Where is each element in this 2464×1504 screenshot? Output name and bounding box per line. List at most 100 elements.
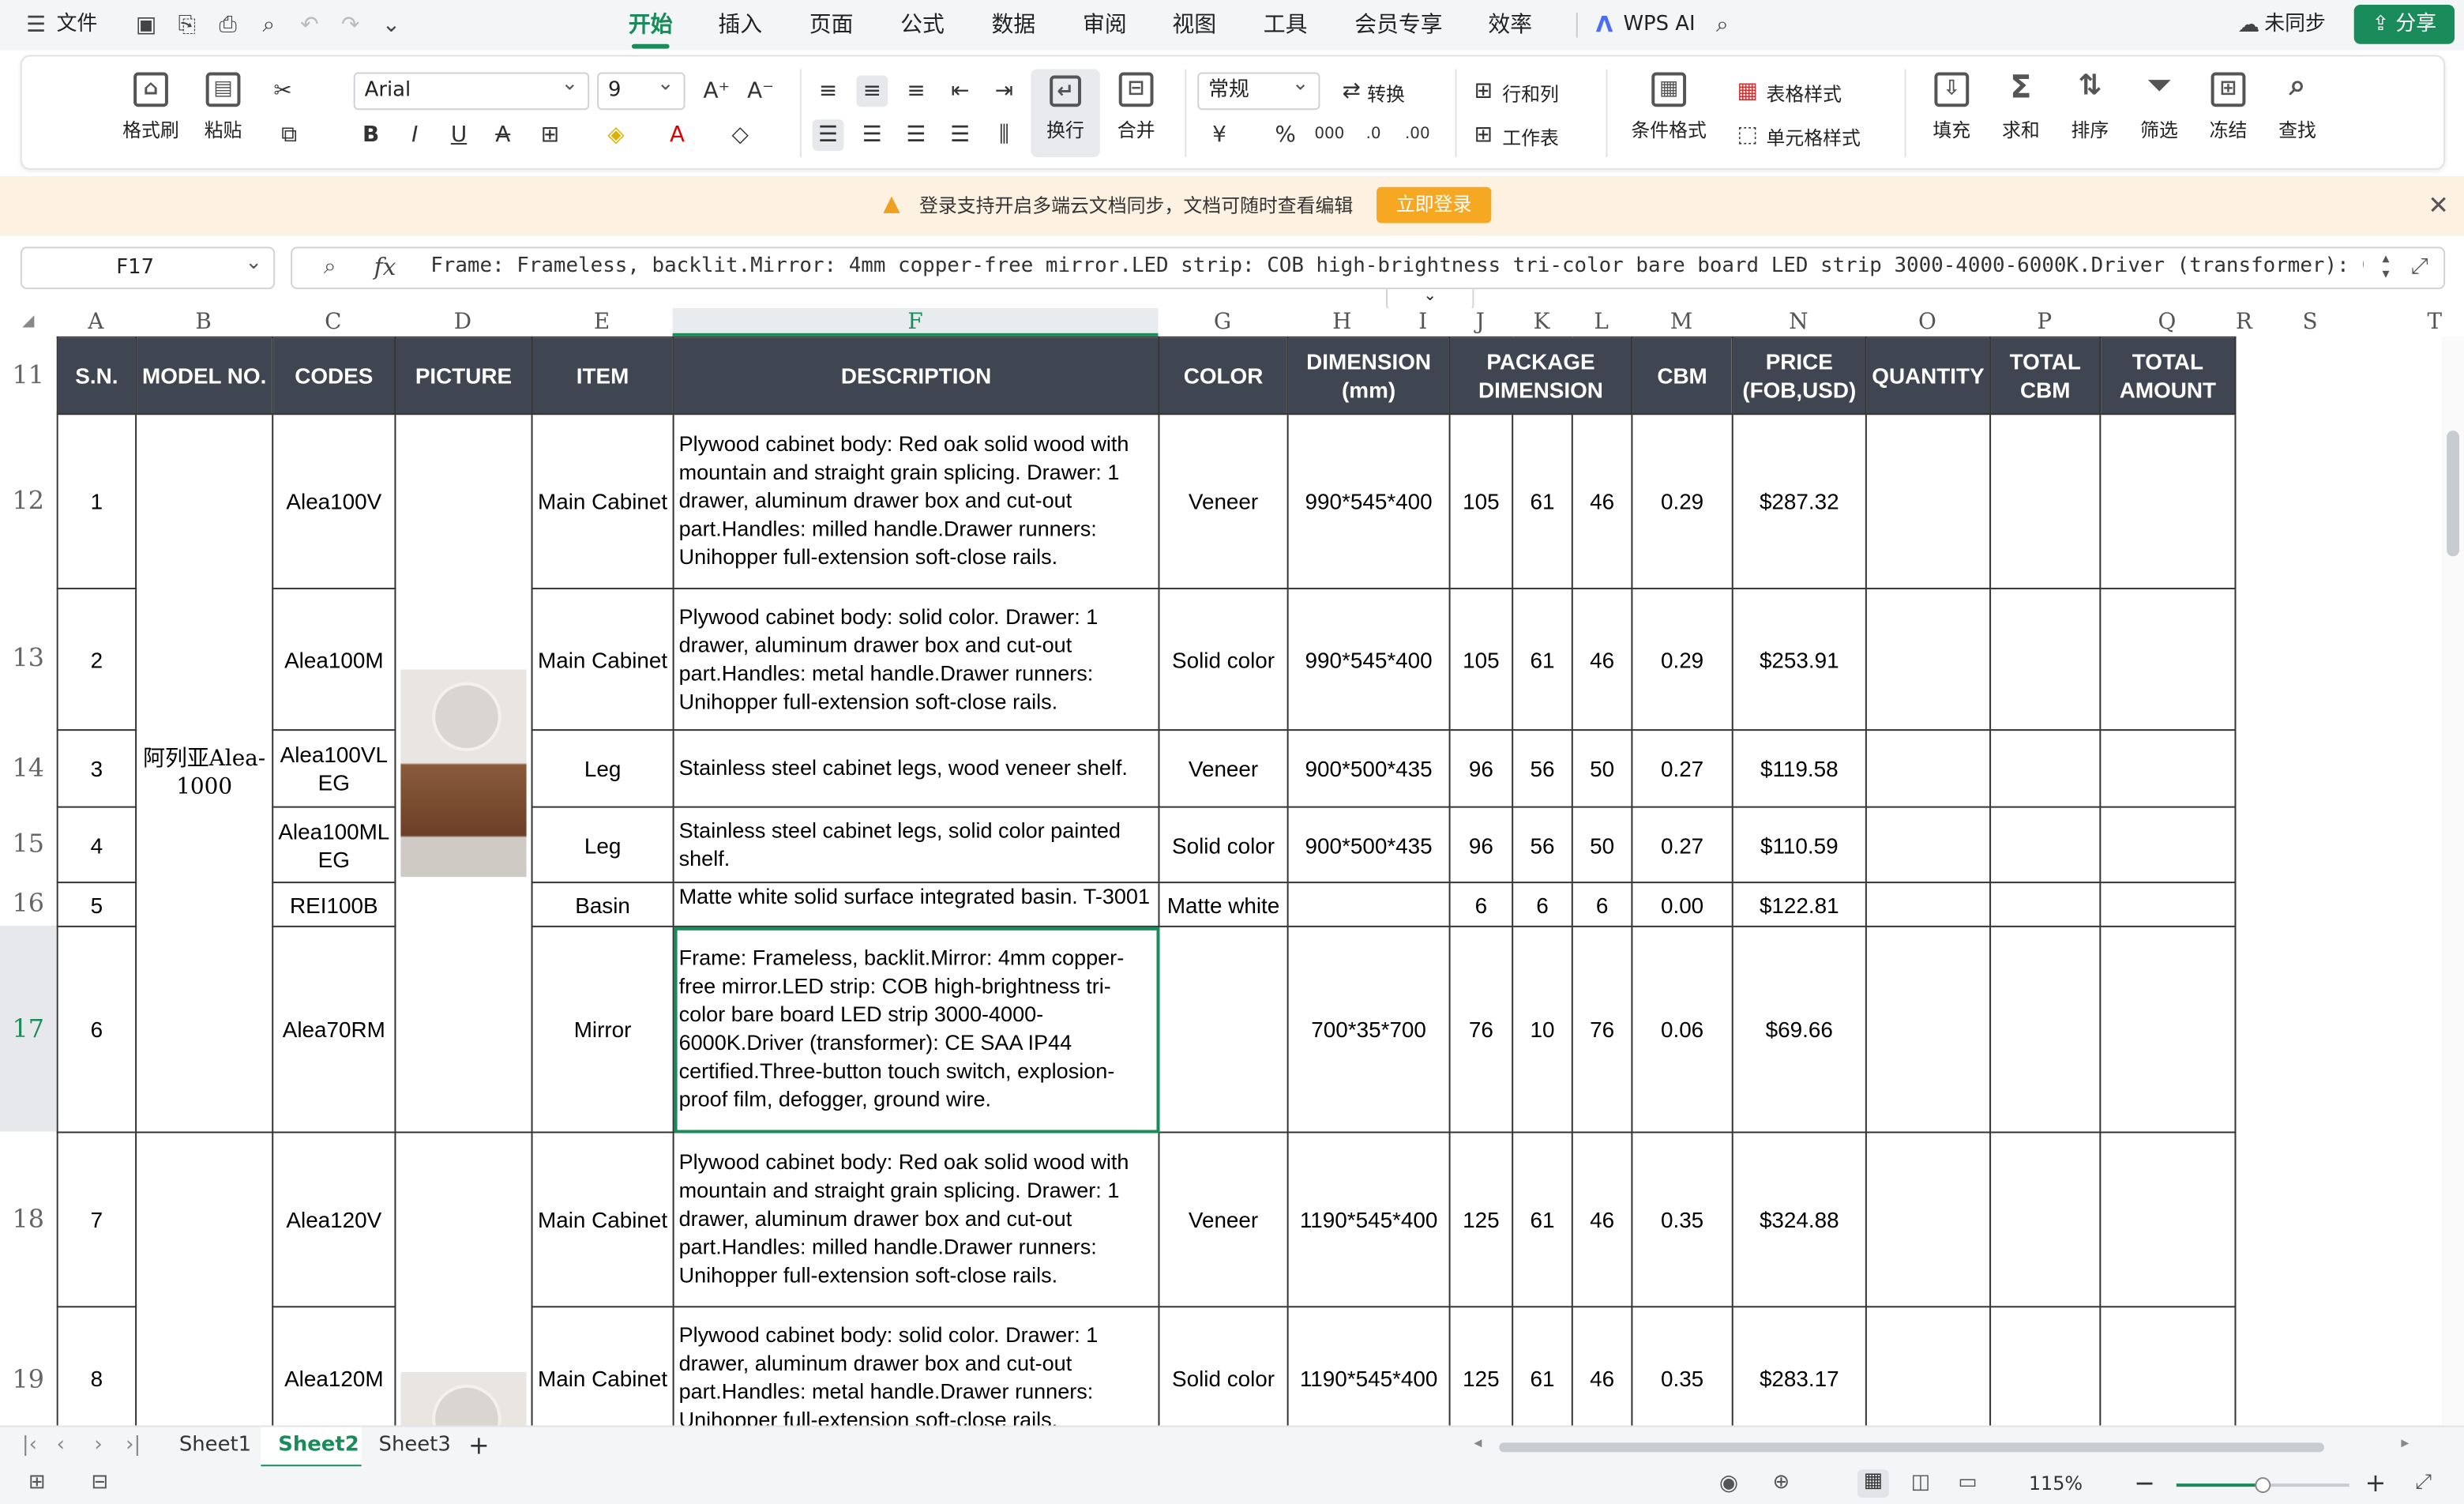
formula-bar[interactable]: ⌕ fx Frame: Frameless, backlit.Mirror: 4… [291, 246, 2446, 290]
cell-pkg-length[interactable]: 96 [1448, 729, 1514, 808]
zoom-in-icon[interactable]: + [2365, 1468, 2387, 1498]
format-painter-button[interactable]: ⌂ 格式刷 [119, 72, 182, 144]
table-style-label[interactable]: 表格样式 [1767, 80, 1842, 107]
align-left-icon[interactable]: ☰ [812, 119, 844, 151]
cell-description[interactable]: Plywood cabinet body: solid color. Drawe… [672, 1306, 1160, 1426]
redo-icon[interactable]: ↷ [336, 11, 365, 39]
col-header-p[interactable]: P [1989, 308, 2099, 337]
tab-review[interactable]: 审阅 [1083, 9, 1127, 41]
find-button[interactable]: ⌕ 查找 [2266, 72, 2329, 144]
tab-efficiency[interactable]: 效率 [1488, 9, 1532, 41]
cell-model-no[interactable] [135, 1131, 274, 1426]
filter-button[interactable]: ⏷ 筛选 [2128, 72, 2191, 144]
row-header-11[interactable]: 11 [0, 336, 57, 414]
cell-quantity[interactable] [1865, 925, 1992, 1134]
align-bottom-icon[interactable]: ≡ [900, 75, 932, 107]
header-model[interactable]: MODEL NO. [135, 336, 274, 415]
cell-pkg-width[interactable]: 61 [1512, 1306, 1573, 1426]
font-name-select[interactable]: Arial [353, 68, 590, 111]
cell-color[interactable]: Matte white [1158, 882, 1289, 927]
scroll-left-icon[interactable]: ◂ [1474, 1434, 1482, 1452]
tab-tools[interactable]: 工具 [1264, 9, 1308, 41]
align-center-icon[interactable]: ☰ [856, 119, 888, 151]
col-header-t[interactable]: T [2367, 308, 2443, 337]
indent-left-icon[interactable]: ⇤ [945, 75, 976, 107]
product-image[interactable] [400, 1371, 527, 1426]
cell-description[interactable]: Stainless steel cabinet legs, wood venee… [672, 729, 1160, 808]
print-preview-icon[interactable]: ⌕ [254, 11, 283, 39]
col-header-r[interactable]: R [2234, 308, 2253, 337]
currency-icon[interactable]: ¥ [1204, 119, 1235, 151]
col-header-l[interactable]: L [1572, 308, 1632, 337]
add-sheet-icon[interactable]: + [468, 1430, 490, 1460]
formula-scroll-icon[interactable]: ▴ ▾ [2383, 251, 2390, 283]
normal-view-icon[interactable]: ▦ [1857, 1469, 1889, 1498]
cell-pkg-height[interactable]: 46 [1571, 1306, 1633, 1426]
sheet-tab-2[interactable]: Sheet2 [278, 1433, 359, 1457]
col-header-e[interactable]: E [531, 308, 673, 337]
cell-pkg-width[interactable]: 56 [1512, 729, 1573, 808]
row-header-12[interactable]: 12 [0, 413, 57, 588]
cell-cbm[interactable]: 0.27 [1631, 729, 1733, 808]
cell-pkg-width[interactable]: 10 [1512, 925, 1573, 1134]
cell-code[interactable]: Alea120M [272, 1306, 396, 1426]
row-col-icon[interactable]: ⊞ [1467, 75, 1499, 107]
cell-total-cbm[interactable] [1989, 882, 2102, 927]
header-sn[interactable]: S.N. [56, 336, 137, 415]
cell-description[interactable]: Plywood cabinet body: Red oak solid wood… [672, 413, 1160, 590]
login-button[interactable]: 立即登录 [1377, 186, 1492, 224]
cell-total-cbm[interactable] [1989, 729, 2102, 808]
col-header-o[interactable]: O [1865, 308, 1989, 337]
cell-pkg-width[interactable]: 61 [1512, 588, 1573, 731]
save-icon[interactable]: ▣ [132, 11, 160, 39]
cell-quantity[interactable] [1865, 1131, 1992, 1308]
worksheet-icon[interactable]: ⊞ [1467, 119, 1499, 151]
worksheet-label[interactable]: 工作表 [1502, 124, 1559, 151]
header-total-amount[interactable]: TOTAL AMOUNT [2099, 336, 2237, 415]
cell-price[interactable]: $253.91 [1731, 588, 1867, 731]
col-header-g[interactable]: G [1158, 308, 1286, 337]
cell-quantity[interactable] [1865, 729, 1992, 808]
col-header-a[interactable]: A [57, 308, 135, 337]
italic-icon[interactable]: I [399, 119, 430, 151]
justify-icon[interactable]: ☰ [945, 119, 976, 151]
cell-color[interactable] [1158, 925, 1289, 1134]
cell-total-cbm[interactable] [1989, 806, 2102, 884]
cell-item[interactable]: Basin [531, 882, 674, 927]
cell-dimension[interactable]: 1190*545*400 [1286, 1306, 1451, 1426]
cell-sn[interactable]: 7 [56, 1131, 137, 1308]
row-header-17[interactable]: 17 [0, 925, 57, 1132]
cell-pkg-height[interactable]: 46 [1571, 1131, 1633, 1308]
col-header-k[interactable]: K [1512, 308, 1572, 337]
increase-font-icon[interactable]: A⁺ [701, 75, 732, 107]
cell-cbm[interactable]: 0.35 [1631, 1131, 1733, 1308]
fill-button[interactable]: ⇩ 填充 [1921, 72, 1984, 144]
row-header-18[interactable]: 18 [0, 1131, 57, 1307]
thousands-icon[interactable]: 000 [1313, 119, 1345, 151]
tab-home[interactable]: 开始 [629, 9, 673, 49]
cell-code[interactable]: Alea100VLEG [272, 729, 396, 808]
fullscreen-icon[interactable]: ⤢ [2415, 1471, 2432, 1495]
header-cbm[interactable]: CBM [1631, 336, 1733, 415]
file-menu[interactable]: 文件 [57, 9, 98, 41]
cell-price[interactable]: $119.58 [1731, 729, 1867, 808]
wps-ai-button[interactable]: WPS AI [1623, 9, 1695, 41]
cell-pkg-height[interactable]: 46 [1571, 413, 1633, 590]
row-header-16[interactable]: 16 [0, 882, 57, 926]
cell-dimension[interactable] [1286, 882, 1451, 927]
print-icon[interactable]: ⎙ [214, 11, 242, 39]
cell-dimension[interactable]: 900*500*435 [1286, 729, 1451, 808]
cell-total-amount[interactable] [2099, 806, 2237, 884]
cell-total-amount[interactable] [2099, 729, 2237, 808]
row-header-14[interactable]: 14 [0, 729, 57, 807]
expand-formula-icon[interactable]: ⤢ [2410, 254, 2428, 280]
vertical-scrollbar[interactable] [2442, 336, 2464, 1426]
row-header-19[interactable]: 19 [0, 1306, 57, 1426]
cell-total-amount[interactable] [2099, 588, 2237, 731]
distribute-icon[interactable]: ⫼ [989, 119, 1020, 151]
align-middle-icon[interactable]: ≡ [856, 75, 888, 107]
namebox-chevron-down-icon[interactable]: ⌄ [245, 251, 262, 275]
cell-cbm[interactable]: 0.00 [1631, 882, 1733, 927]
cell-color[interactable]: Solid color [1158, 588, 1289, 731]
row-col-label[interactable]: 行和列 [1502, 80, 1559, 107]
